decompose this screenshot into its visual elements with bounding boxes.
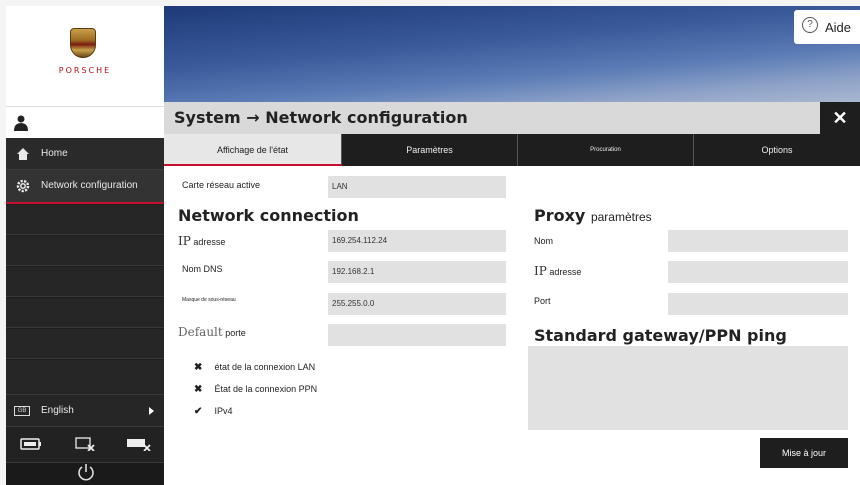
power-area (6, 463, 164, 485)
proxy-port-label: Port (534, 296, 551, 306)
help-button[interactable]: ? Aide (794, 10, 860, 44)
header-banner: ? Aide (164, 6, 860, 102)
chevron-right-icon (149, 407, 154, 415)
close-button[interactable]: ✕ (820, 102, 860, 134)
flag-icon: GB (14, 406, 30, 416)
battery-icon[interactable] (20, 437, 42, 451)
proxy-title-suffix: paramètres (590, 210, 652, 224)
tab-settings[interactable]: Paramètres (342, 134, 518, 166)
logo-area: PORSCHE (6, 6, 164, 106)
porsche-crest-logo (70, 28, 96, 58)
gateway-prefix: Default (178, 325, 223, 339)
tab-bar: Affichage de l'état Paramètres Procurati… (164, 134, 860, 166)
tab-proxy[interactable]: Procuration (518, 134, 694, 166)
status-ok-icon: ✔ (194, 406, 203, 417)
status-label: état de la connexion LAN (214, 362, 316, 372)
update-button[interactable]: Mise à jour (760, 438, 848, 468)
main-content: Carte réseau active LAN Network connecti… (164, 166, 860, 485)
proxy-ip-prefix: IP (534, 264, 547, 278)
default-gateway-value[interactable] (328, 324, 506, 346)
default-gateway-label: Default porte (178, 325, 246, 339)
sidebar-empty-slot (6, 329, 164, 359)
ip-prefix: IP (178, 234, 191, 248)
ip-address-value[interactable]: 169.254.112.24 (328, 230, 506, 252)
ping-output-area[interactable] (528, 346, 848, 430)
dns-name-value[interactable]: 192.168.2.1 (328, 261, 506, 283)
status-label: IPv4 (214, 406, 233, 416)
proxy-ip-label: IP adresse (534, 264, 581, 278)
subnet-mask-value[interactable]: 255.255.0.0 (328, 293, 506, 315)
proxy-title-word: Proxy (534, 206, 586, 225)
page-title: System → Network configuration (174, 108, 468, 127)
sidebar-item-label: Home (41, 148, 68, 159)
status-label: État de la connexion PPN (214, 384, 318, 394)
status-fail-icon: ✖ (194, 362, 203, 373)
ping-section-title: Standard gateway/PPN ping (534, 326, 787, 345)
proxy-settings-title: Proxy paramètres (534, 206, 652, 225)
proxy-ip-label-text: adresse (549, 267, 582, 277)
subnet-mask-label: Masque de sous-réseau (182, 297, 236, 303)
user-icon[interactable] (14, 115, 28, 131)
network-connection-title: Network connection (178, 206, 359, 225)
ip-label-text: adresse (193, 237, 226, 247)
home-icon (17, 148, 29, 160)
proxy-port-field[interactable] (668, 293, 848, 315)
proxy-name-field[interactable] (668, 230, 848, 252)
monitor-disconnected-icon[interactable] (74, 437, 96, 451)
sidebar-empty-slot (6, 267, 164, 297)
status-lan-connection: ✖ état de la connexion LAN (194, 362, 315, 373)
active-card-label: Carte réseau active (182, 180, 261, 190)
sidebar-item-home[interactable]: Home (6, 138, 164, 170)
language-selector[interactable]: GB English (6, 395, 164, 427)
proxy-ip-field[interactable] (668, 261, 848, 283)
power-icon[interactable] (77, 463, 95, 481)
tab-status-display[interactable]: Affichage de l'état (164, 134, 342, 166)
title-bar: System → Network configuration ✕ (164, 102, 860, 134)
dns-name-label: Nom DNS (182, 264, 223, 274)
device-icons-row (6, 427, 164, 463)
gear-icon (16, 179, 30, 193)
status-ipv4: ✔ IPv4 (194, 406, 233, 417)
logo-wordmark: PORSCHE (58, 66, 112, 75)
user-row[interactable] (6, 106, 164, 138)
sidebar: PORSCHE Home Network configuration GB En… (6, 6, 164, 485)
status-ppn-connection: ✖ État de la connexion PPN (194, 384, 317, 395)
sidebar-empty-slot (6, 205, 164, 235)
help-label: Aide (825, 20, 852, 35)
sidebar-empty-slot (6, 298, 164, 328)
sidebar-empty-slot (6, 236, 164, 266)
help-icon: ? (802, 17, 818, 33)
sidebar-item-label: Network configuration (41, 180, 138, 191)
tab-options[interactable]: Options (694, 134, 860, 166)
gateway-label-text: porte (225, 328, 246, 338)
vci-disconnected-icon[interactable] (126, 437, 152, 451)
active-card-value[interactable]: LAN (328, 176, 506, 198)
language-label: English (41, 405, 74, 416)
sidebar-item-network-configuration[interactable]: Network configuration (6, 170, 164, 204)
status-fail-icon: ✖ (194, 384, 203, 395)
ip-address-label: IP adresse (178, 234, 225, 248)
sidebar-empty-slot (6, 360, 164, 395)
proxy-name-label: Nom (534, 236, 554, 246)
